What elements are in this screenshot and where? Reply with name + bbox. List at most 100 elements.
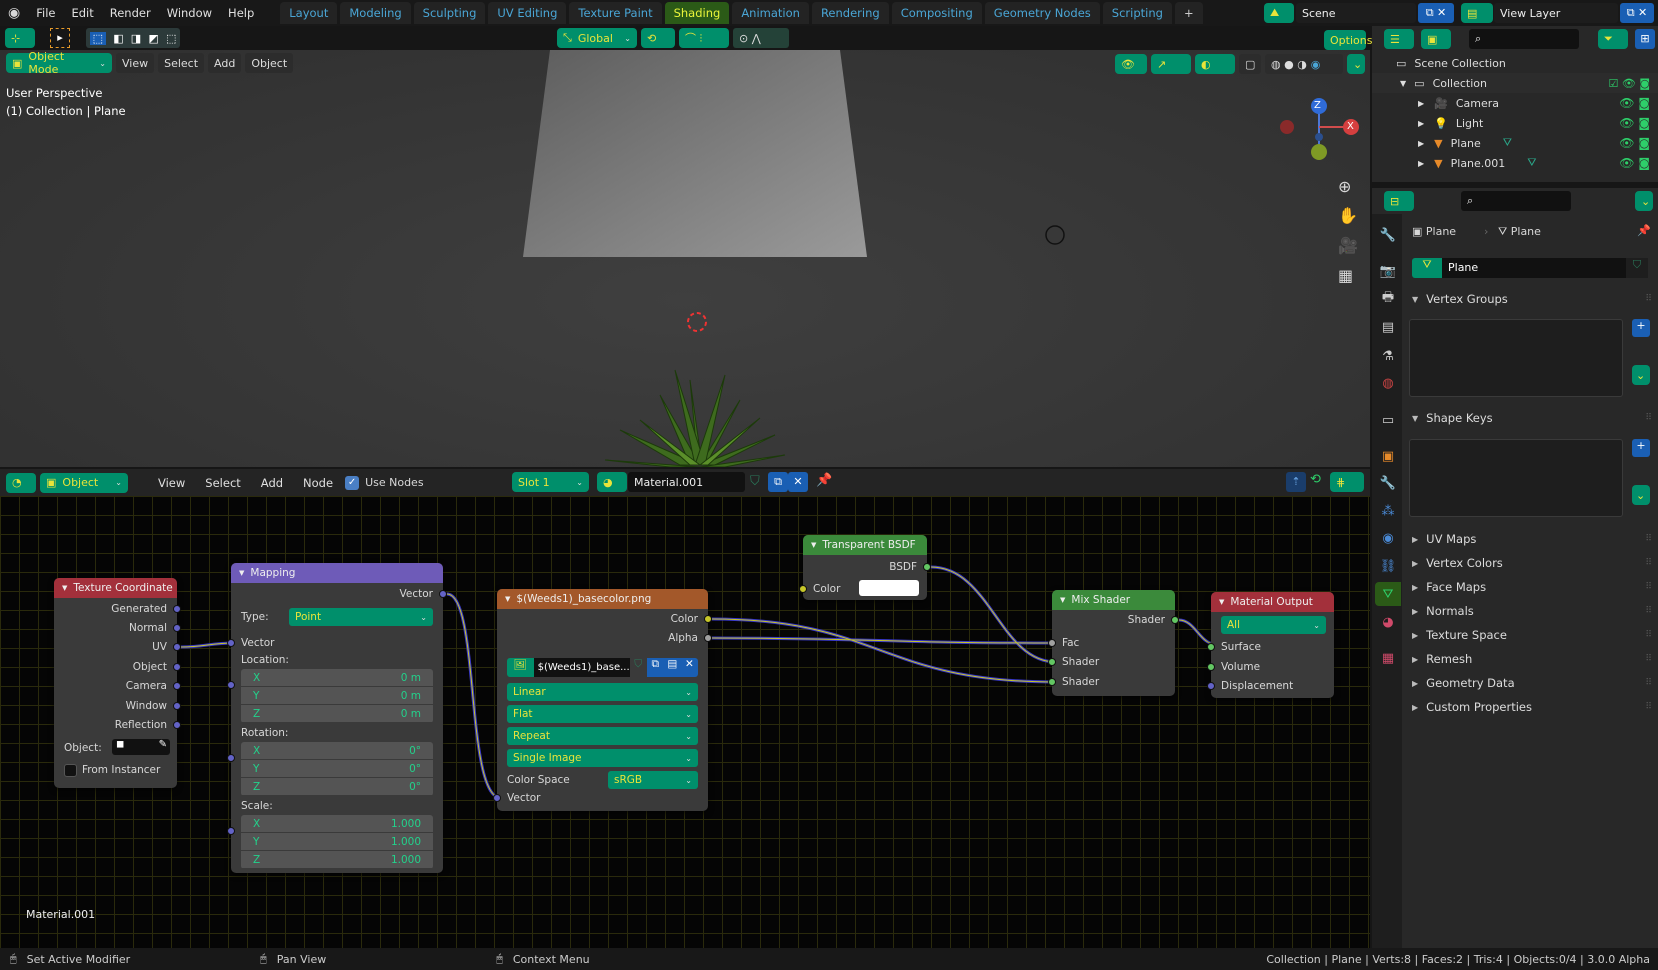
pin-icon[interactable]: 📌	[1637, 224, 1651, 237]
socket-color-out[interactable]	[704, 615, 712, 623]
panel-vertex-groups[interactable]: ▼ Vertex Groups ⠿	[1402, 288, 1658, 310]
visibility-eye-icon[interactable]: 👁 ◙	[1619, 116, 1650, 130]
view-layer-field[interactable]: View Layer	[1494, 3, 1618, 23]
panel-custom-properties[interactable]: ▶ Custom Properties ⠿	[1402, 696, 1658, 718]
xray-icon[interactable]: ▢	[1239, 54, 1261, 74]
material-browse-icon[interactable]: ◕	[597, 472, 627, 492]
scene-field[interactable]: Scene	[1296, 3, 1416, 23]
panel-remesh[interactable]: ▶ Remesh ⠿	[1402, 648, 1658, 670]
socket-window[interactable]	[173, 702, 181, 710]
tab-rendering[interactable]: Rendering	[811, 2, 889, 24]
select-mode-buttons[interactable]: ⬚ ◧ ◨ ◩ ⬚	[86, 28, 180, 48]
node-menu-node[interactable]: Node	[295, 476, 341, 490]
color-space-dropdown[interactable]: sRGB ⌄	[608, 771, 698, 789]
menu-help[interactable]: Help	[220, 6, 262, 20]
extension-dropdown[interactable]: Repeat ⌄	[507, 727, 698, 745]
zoom-icon[interactable]: ⊕	[1338, 177, 1351, 196]
pin-icon[interactable]: 📌	[816, 473, 832, 488]
snap-node-icon[interactable]: ⟲	[1310, 472, 1321, 487]
scene-tab-icon[interactable]: ⚗	[1375, 344, 1401, 368]
options-dropdown[interactable]: Options	[1324, 30, 1372, 50]
socket-vector-out[interactable]	[439, 590, 447, 598]
add-workspace-button[interactable]: +	[1174, 2, 1203, 24]
collection-tab-icon[interactable]: ▭	[1375, 408, 1401, 432]
from-instancer-checkbox[interactable]	[64, 764, 77, 777]
scene-new-icon[interactable]: ⧉ ✕	[1418, 3, 1454, 23]
material-name-field[interactable]: Material.001	[628, 472, 745, 492]
texture-tab-icon[interactable]: ▦	[1375, 646, 1401, 670]
node-menu-view[interactable]: View	[150, 476, 193, 490]
socket-vector-in[interactable]	[227, 639, 235, 647]
socket-bsdf-out[interactable]	[923, 563, 931, 571]
node-mapping[interactable]: ▼ Mapping Vector Type: Point ⌄ Vector Loca…	[227, 563, 447, 873]
socket-object[interactable]	[173, 663, 181, 671]
modifier-tab-icon[interactable]: 🔧	[1375, 471, 1401, 495]
view-layer-icon[interactable]: ▤	[1461, 3, 1493, 23]
panel-normals[interactable]: ▶ Normals ⠿	[1402, 600, 1658, 622]
tab-modeling[interactable]: Modeling	[340, 2, 411, 24]
tab-animation[interactable]: Animation	[732, 2, 809, 24]
visibility-eye-icon[interactable]: 👁 ◙	[1619, 136, 1650, 150]
outliner-item-plane[interactable]: ▶ ▼ Plane ⛛ 👁 ◙	[1372, 133, 1658, 153]
panel-texture-space[interactable]: ▶ Texture Space ⠿	[1402, 624, 1658, 646]
viewport-menu-object[interactable]: Object	[245, 53, 294, 73]
socket-scale[interactable]	[227, 827, 235, 835]
gizmo-toggle-icon[interactable]: ↗	[1151, 54, 1191, 74]
output-tab-icon[interactable]: 🖶	[1375, 287, 1401, 311]
particles-tab-icon[interactable]: ⁂	[1375, 499, 1401, 523]
tab-scripting[interactable]: Scripting	[1102, 2, 1172, 24]
visibility-eye-icon[interactable]: 👁 ◙	[1619, 156, 1650, 170]
rotation-fields[interactable]: X 0° Y 0° Z 0°	[241, 742, 433, 796]
mesh-browse-icon[interactable]: ⛛	[1412, 258, 1442, 278]
image-fake-user-icon[interactable]: ⛉	[630, 658, 647, 677]
image-open-icon[interactable]: ▤	[663, 658, 681, 677]
menu-window[interactable]: Window	[159, 6, 220, 20]
panel-vertex-colors[interactable]: ▶ Vertex Colors ⠿	[1402, 552, 1658, 574]
outliner-item-plane-001[interactable]: ▶ ▼ Plane.001 ⛛ 👁 ◙	[1372, 153, 1658, 173]
socket-shader1-in[interactable]	[1048, 658, 1056, 666]
view-layer-tab-icon[interactable]: ▤	[1375, 315, 1401, 339]
projection-dropdown[interactable]: Flat ⌄	[507, 705, 698, 723]
tool-tab-icon[interactable]: 🔧	[1375, 223, 1401, 247]
editor-type-icon[interactable]: ⊹	[5, 28, 35, 48]
camera-view-icon[interactable]: 🎥	[1338, 236, 1358, 255]
3d-viewport[interactable]: Z X ⊕ ✋ 🎥 ▦ User Perspective (1) Collect…	[0, 50, 1370, 467]
proportional-edit-icon[interactable]: ⊙ ⋀	[733, 28, 789, 48]
slot-dropdown[interactable]: Slot 1 ⌄	[512, 472, 589, 492]
visibility-eye-icon[interactable]: 👁 ◙	[1619, 96, 1650, 110]
physics-tab-icon[interactable]: ◉	[1375, 526, 1401, 550]
viewport-menu-view[interactable]: View	[116, 53, 155, 73]
vertex-group-specials-icon[interactable]: ⌄	[1632, 365, 1650, 385]
socket-shader2-in[interactable]	[1048, 678, 1056, 686]
node-mix-shader[interactable]: ▼ Mix Shader Shader Fac Shader Shader	[1048, 590, 1179, 696]
render-tab-icon[interactable]: 📷	[1375, 259, 1401, 283]
node-snap-dropdown[interactable]: ⋕	[1330, 472, 1364, 492]
scale-fields[interactable]: X 1.000 Y 1.000 Z 1.000	[241, 815, 433, 869]
shape-keys-list[interactable]	[1409, 439, 1623, 517]
image-duplicate-icon[interactable]: ⧉	[646, 658, 664, 677]
outliner-search-input[interactable]: ⌕	[1469, 29, 1579, 49]
node-editor-type-icon[interactable]: ◔	[6, 472, 36, 493]
add-shape-key-button[interactable]: +	[1632, 439, 1650, 457]
node-material-output[interactable]: ▼ Material Output All ⌄ Surface Volume Dis…	[1207, 592, 1334, 698]
object-tab-icon[interactable]: ▣	[1375, 444, 1401, 468]
properties-editor-type-icon[interactable]: ⊟	[1384, 191, 1414, 211]
image-name-field[interactable]: $(Weeds1)_base...	[533, 658, 630, 677]
shape-key-specials-icon[interactable]: ⌄	[1632, 485, 1650, 505]
mesh-fake-user-icon[interactable]: ⛉	[1626, 258, 1648, 278]
shading-mode-buttons[interactable]: ◍ ● ◑ ◉	[1265, 54, 1343, 74]
tab-compositing[interactable]: Compositing	[891, 2, 982, 24]
orientation-dropdown[interactable]: ⤡ Global ⌄	[557, 28, 637, 48]
node-menu-add[interactable]: Add	[253, 476, 291, 490]
node-transparent-bsdf[interactable]: ▼ Transparent BSDF BSDF Color	[799, 535, 931, 600]
pivot-icon[interactable]: ⟲	[641, 28, 675, 48]
parent-node-tree-icon[interactable]: ⇡	[1286, 472, 1306, 492]
node-menu-select[interactable]: Select	[197, 476, 248, 490]
viewport-menu-select[interactable]: Select	[158, 53, 205, 73]
properties-options-icon[interactable]: ⌄	[1635, 191, 1653, 211]
view-layer-new-icon[interactable]: ⧉ ✕	[1620, 3, 1654, 23]
properties-search-input[interactable]: ⌕	[1461, 191, 1571, 211]
image-browse-icon[interactable]: 🖼	[507, 658, 534, 677]
object-picker-field[interactable]: ◼ ✎	[112, 739, 170, 755]
blender-logo-icon[interactable]: ◉	[0, 5, 28, 21]
